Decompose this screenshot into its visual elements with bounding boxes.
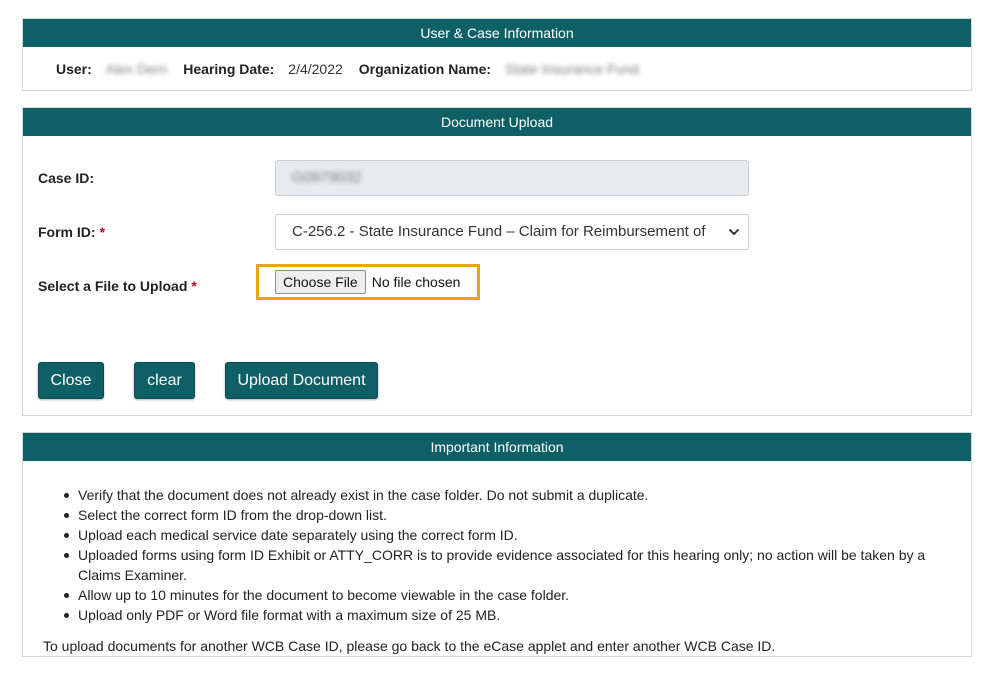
required-marker: * (99, 224, 106, 240)
required-marker: * (191, 278, 197, 294)
important-information-header: Important Information (23, 433, 971, 461)
document-upload-header: Document Upload (23, 108, 971, 136)
organization-name-label: Organization Name: (358, 61, 492, 77)
user-case-header: User & Case Information (23, 19, 971, 47)
file-upload-label: Select a File to Upload * (38, 278, 197, 294)
list-item: Verify that the document does not alread… (64, 485, 948, 505)
user-value: Alex Dern (105, 61, 168, 77)
important-information-list: Verify that the document does not alread… (64, 485, 948, 625)
case-id-label: Case ID: (38, 170, 95, 186)
list-item: Upload only PDF or Word file format with… (64, 605, 948, 625)
user-case-row: User: Alex Dern Hearing Date: 2/4/2022 O… (23, 47, 971, 91)
file-input-highlight: Choose File No file chosen (256, 264, 480, 300)
hearing-date-label: Hearing Date: (183, 61, 275, 77)
form-id-select[interactable]: C-256.2 - State Insurance Fund – Claim f… (275, 214, 749, 250)
file-status-text: No file chosen (371, 274, 461, 290)
user-case-panel: User & Case Information User: Alex Dern … (22, 18, 972, 91)
clear-button[interactable]: clear (134, 362, 195, 399)
choose-file-button[interactable]: Choose File (275, 270, 366, 294)
user-label: User: (56, 61, 92, 77)
case-id-field: G0979032 (275, 160, 749, 196)
form-id-label: Form ID: * (38, 224, 106, 240)
form-id-selected-value: C-256.2 - State Insurance Fund – Claim f… (292, 223, 706, 240)
list-item: Upload each medical service date separat… (64, 525, 948, 545)
document-upload-panel: Document Upload Case ID: G0979032 Form I… (22, 107, 972, 416)
chevron-down-icon (729, 229, 739, 235)
hearing-date-value: 2/4/2022 (288, 61, 343, 77)
list-item: Uploaded forms using form ID Exhibit or … (64, 545, 948, 585)
upload-document-button[interactable]: Upload Document (225, 362, 378, 399)
important-information-panel: Important Information Verify that the do… (22, 432, 972, 657)
footer-note: To upload documents for another WCB Case… (43, 638, 776, 654)
list-item: Select the correct form ID from the drop… (64, 505, 948, 525)
case-id-value: G0979032 (292, 169, 363, 186)
close-button[interactable]: Close (38, 362, 104, 399)
organization-name-value: State Insurance Fund (505, 61, 639, 77)
list-item: Allow up to 10 minutes for the document … (64, 585, 948, 605)
